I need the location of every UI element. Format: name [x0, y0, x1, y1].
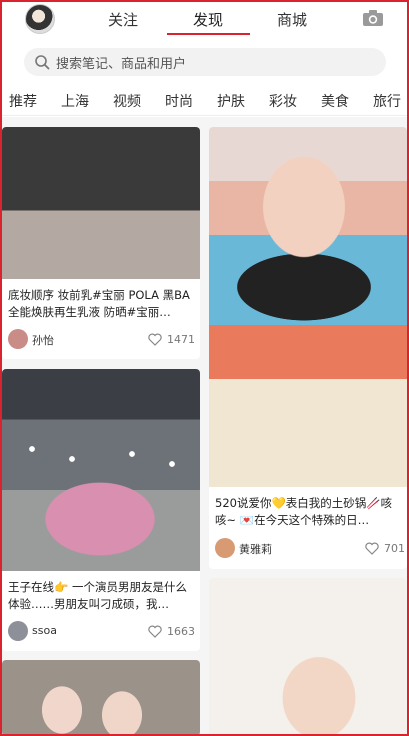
like-count: 1471 — [167, 333, 195, 346]
author-avatar[interactable] — [8, 621, 28, 641]
note-card[interactable] — [2, 660, 200, 736]
note-image[interactable] — [209, 127, 407, 487]
category-food[interactable]: 美食 — [321, 91, 349, 111]
category-recommend[interactable]: 推荐 — [9, 91, 37, 111]
like-count: 701 — [384, 542, 405, 555]
note-title: 520说爱你💛表白我的土砂锅🥢咳咳~ 💌在今天这个特殊的日… — [215, 496, 393, 527]
note-title: 王子在线👉 一个演员男朋友是什么体验……男朋友叫刁成硕，我… — [8, 580, 187, 611]
camera-icon[interactable] — [362, 9, 384, 27]
active-tab-indicator — [167, 33, 250, 35]
category-travel[interactable]: 旅行 — [373, 91, 401, 111]
author-avatar[interactable] — [215, 538, 235, 558]
note-card[interactable] — [209, 578, 407, 736]
category-skincare[interactable]: 护肤 — [217, 91, 245, 111]
like-count: 1663 — [167, 625, 195, 638]
note-image[interactable] — [2, 127, 200, 279]
search-bar[interactable]: 搜索笔记、商品和用户 — [24, 48, 386, 76]
note-card[interactable]: 王子在线👉 一个演员男朋友是什么体验……男朋友叫刁成硕，我… ssoa 1663 — [2, 369, 200, 651]
note-image[interactable] — [209, 578, 407, 736]
note-card[interactable]: 520说爱你💛表白我的土砂锅🥢咳咳~ 💌在今天这个特殊的日… 黄雅莉 701 — [209, 127, 407, 569]
tab-mall[interactable]: 商城 — [277, 9, 307, 35]
category-fashion[interactable]: 时尚 — [165, 91, 193, 111]
note-title: 底妆顺序 妆前乳#宝丽 POLA 黑BA全能焕肤再生乳液 防晒#宝丽… — [8, 288, 190, 319]
author-avatar[interactable] — [8, 329, 28, 349]
category-shanghai[interactable]: 上海 — [61, 91, 89, 111]
tab-discover[interactable]: 发现 — [193, 9, 223, 35]
tab-follow[interactable]: 关注 — [108, 9, 138, 35]
heart-icon[interactable] — [148, 625, 162, 638]
top-nav: 关注 发现 商城 — [0, 0, 409, 40]
note-card[interactable]: 底妆顺序 妆前乳#宝丽 POLA 黑BA全能焕肤再生乳液 防晒#宝丽… 孙怡 1… — [2, 127, 200, 359]
category-bar: 推荐 上海 视频 时尚 护肤 彩妆 美食 旅行 — [0, 84, 409, 116]
author-name[interactable]: 孙怡 — [32, 332, 54, 348]
author-name[interactable]: ssoa — [32, 624, 57, 637]
my-avatar[interactable] — [25, 4, 55, 34]
author-name[interactable]: 黄雅莉 — [239, 541, 272, 557]
note-image[interactable] — [2, 369, 200, 571]
category-video[interactable]: 视频 — [113, 91, 141, 111]
note-image[interactable] — [2, 660, 200, 736]
category-makeup[interactable]: 彩妆 — [269, 91, 297, 111]
heart-icon[interactable] — [365, 542, 379, 555]
heart-icon[interactable] — [148, 333, 162, 346]
search-icon — [35, 55, 50, 70]
search-input[interactable]: 搜索笔记、商品和用户 — [56, 53, 186, 72]
